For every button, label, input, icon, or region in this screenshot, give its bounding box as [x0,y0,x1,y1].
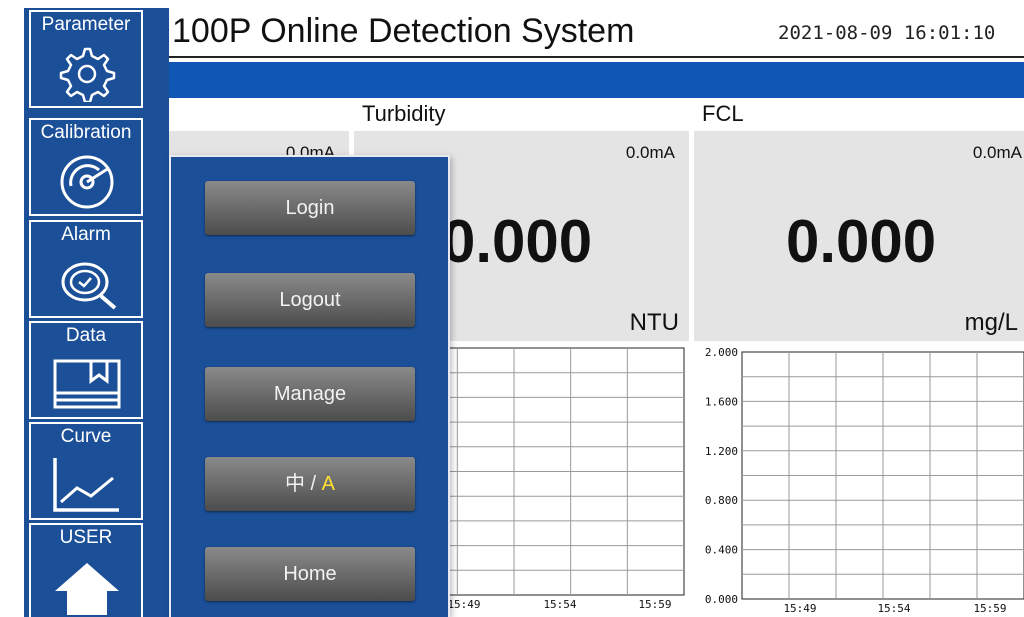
channel-unit: NTU [629,309,679,336]
channel-current: 0.0mA [625,143,675,162]
sidebar-item-data[interactable]: Data [29,321,143,419]
user-popup-menu: Login Logout Manage 中 / A Home [169,155,450,617]
y-tick-label: 0.000 [705,593,738,606]
sidebar-item-label: Alarm [61,224,111,245]
y-tick-label: 1.600 [705,395,738,408]
x-tick-label: 15:59 [638,598,671,611]
status-bar [169,62,1024,98]
data-folder-icon [53,359,121,409]
language-toggle-label: 中 / [284,473,322,495]
channel-unit: mg/L [964,309,1018,336]
sidebar-item-parameter[interactable]: Parameter [29,10,143,108]
home-button-label: Home [283,563,337,585]
x-tick-label: 15:54 [877,602,910,615]
y-tick-label: 0.400 [705,544,738,557]
manage-button[interactable]: Manage [205,367,415,421]
sidebar-item-curve[interactable]: Curve [29,422,143,520]
language-accent-label: A [321,473,335,495]
gear-icon [59,47,116,102]
channel-value: 0.000 [786,208,937,275]
sidebar-item-label: Calibration [40,122,132,143]
y-tick-label: 1.200 [705,445,738,458]
x-tick-label: 15:54 [543,598,576,611]
sidebar-item-user[interactable]: USER [29,523,143,617]
sidebar-item-label: Data [65,325,107,346]
home-icon [55,563,119,615]
logout-button-label: Logout [279,289,341,311]
sidebar: Parameter Calibration Alarm Data Curve U… [24,8,169,617]
channel-title-turbidity: Turbidity [362,101,446,126]
language-toggle-button[interactable]: 中 / A [205,457,415,511]
channel-value: 0.000 [442,208,593,275]
app-window: Parameter Calibration Alarm Data Curve U… [0,0,1024,617]
login-button[interactable]: Login [205,181,415,235]
datetime-display: 2021-08-09 16:01:10 [778,22,996,44]
x-tick-label: 15:59 [973,602,1006,615]
curve-chart-icon [53,458,119,512]
home-button[interactable]: Home [205,547,415,601]
x-tick-label: 15:49 [447,598,480,611]
calibration-dial-icon [60,155,114,209]
sidebar-item-label: Parameter [41,14,131,35]
x-tick-label: 15:49 [783,602,816,615]
sidebar-item-alarm[interactable]: Alarm [29,220,143,318]
fcl-chart-svg: 2.000 1.600 1.200 0.800 0.400 0.000 15:49 15:54… [705,346,1024,615]
y-tick-label: 2.000 [705,346,738,359]
fcl-trend-chart: 2.000 1.600 1.200 0.800 0.400 0.000 15:49 15:54… [694,346,1024,615]
page-title: 100P Online Detection System [172,12,635,50]
logout-button[interactable]: Logout [205,273,415,327]
channel-title-fcl: FCL [702,101,744,126]
manage-button-label: Manage [273,383,347,405]
alarm-magnifier-icon [61,262,117,310]
sidebar-item-label: Curve [60,426,112,447]
y-tick-label: 0.800 [705,494,738,507]
channel-panel-fcl: 0.0mA 0.000 mg/L [694,131,1024,341]
channel-current: 0.0mA [972,143,1022,162]
sidebar-item-calibration[interactable]: Calibration [29,118,143,216]
login-button-label: Login [285,197,335,219]
header-divider [169,56,1024,58]
sidebar-item-label: USER [59,527,113,548]
